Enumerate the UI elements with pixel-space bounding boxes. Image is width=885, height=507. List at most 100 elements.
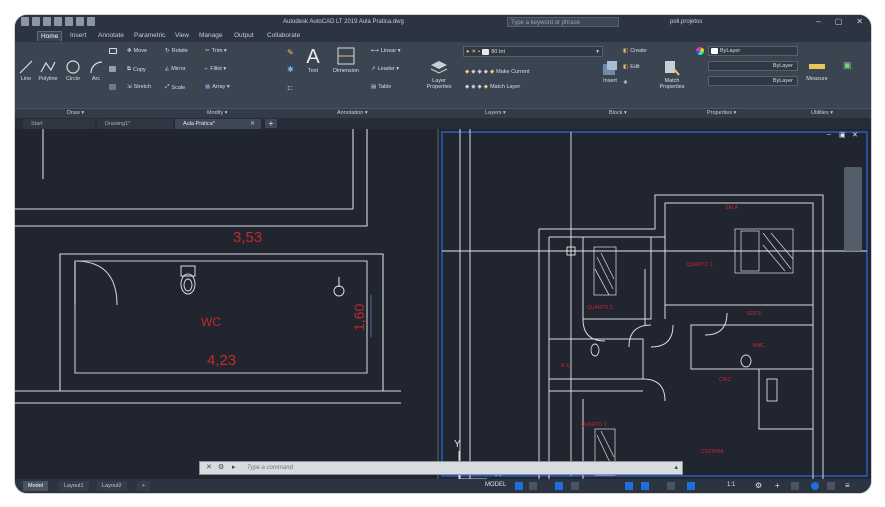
undo-icon[interactable] xyxy=(76,17,84,26)
tab-annotate[interactable]: Annotate xyxy=(95,31,127,40)
layer-properties-button[interactable]: Layer Properties xyxy=(419,60,459,90)
mirror-button[interactable]: ◭ Mirror xyxy=(165,66,186,72)
layers-panel-label[interactable]: Layers ▾ xyxy=(485,110,506,116)
layer-walk-icon[interactable]: ◆ xyxy=(465,84,469,90)
save-icon[interactable] xyxy=(43,17,51,26)
region-tool[interactable] xyxy=(109,84,116,90)
properties-panel-label[interactable]: Properties ▾ xyxy=(707,110,736,116)
command-line[interactable]: ✕ ⚙ ▸ Type a command ▴ xyxy=(199,461,683,475)
tab-collaborate[interactable]: Collaborate xyxy=(264,31,303,40)
linear-button[interactable]: ⟷ Linear ▾ xyxy=(371,48,400,54)
tab-home[interactable]: Home xyxy=(37,31,63,41)
utilities-panel-label[interactable]: Utilities ▾ xyxy=(811,110,833,116)
layer-freeze-icon[interactable]: ◆ xyxy=(477,69,481,75)
tab-model[interactable]: Model xyxy=(23,481,48,491)
minimize-icon[interactable]: – xyxy=(816,15,820,29)
edit-block-button[interactable]: ◧ Edit xyxy=(623,64,640,70)
isolate-objects-icon[interactable] xyxy=(811,482,819,490)
snap-icon[interactable] xyxy=(529,482,537,490)
user-account-label[interactable]: poli.projetos xyxy=(670,15,702,29)
tab-start[interactable]: Start xyxy=(23,119,95,129)
block-attributes-button[interactable]: ❖ xyxy=(623,80,628,86)
command-expand-icon[interactable]: ▴ xyxy=(674,463,678,471)
tab-aula-pratica[interactable]: Aula Prática* xyxy=(175,119,261,129)
draw-panel-label[interactable]: Draw ▾ xyxy=(67,110,84,116)
table-button[interactable]: ▤ Table xyxy=(371,84,391,90)
workspace-gear-icon[interactable]: ⚙ xyxy=(755,481,762,490)
tab-output[interactable]: Output xyxy=(231,31,257,40)
tab-drawing1[interactable]: Drawing1* xyxy=(97,119,173,129)
match-properties-button[interactable]: Match Properties xyxy=(655,60,689,90)
tab-view[interactable]: View xyxy=(172,31,192,40)
redo-icon[interactable] xyxy=(87,17,95,26)
match-layer-button[interactable]: Match Layer xyxy=(490,84,520,90)
plus-icon[interactable]: + xyxy=(775,481,780,490)
command-close-icon[interactable]: ✕ xyxy=(206,463,212,471)
text-button[interactable]: A Text xyxy=(303,46,323,74)
color-wheel-icon[interactable] xyxy=(696,47,704,55)
insert-button[interactable]: Insert xyxy=(599,60,621,84)
maximize-icon[interactable]: ▢ xyxy=(835,15,843,29)
new-tab-icon[interactable]: + xyxy=(265,119,277,128)
close-icon[interactable]: ✕ xyxy=(856,15,863,29)
layer-match-icon[interactable]: ◆ xyxy=(484,84,488,90)
osnap-icon[interactable] xyxy=(625,482,633,490)
units-icon[interactable] xyxy=(791,482,799,490)
save-as-icon[interactable] xyxy=(54,17,62,26)
model-space-label[interactable]: MODEL xyxy=(485,482,506,488)
command-history-icon[interactable]: ▸ xyxy=(232,463,236,471)
annotation-scale-value[interactable]: 1:1 xyxy=(727,482,735,488)
layer-isolate-icon[interactable]: ◆ xyxy=(465,69,469,75)
fillet-button[interactable]: ⌐ Fillet ▾ xyxy=(205,66,226,72)
layer-unisolate-icon[interactable]: ◆ xyxy=(471,84,475,90)
lineweight-dropdown[interactable]: ByLayer xyxy=(708,61,798,71)
lineweight-icon[interactable] xyxy=(667,482,675,490)
navigation-bar[interactable] xyxy=(844,167,862,251)
print-icon[interactable] xyxy=(65,17,73,26)
rotate-button[interactable]: ↻ Rotate xyxy=(165,48,188,54)
array-button[interactable]: ▦ Array ▾ xyxy=(205,84,230,90)
layer-previous-icon[interactable]: ◆ xyxy=(477,84,481,90)
create-block-button[interactable]: ◧ Create xyxy=(623,48,647,54)
linetype-dropdown[interactable]: ByLayer xyxy=(708,76,798,86)
tab-insert[interactable]: Insert xyxy=(67,31,89,40)
layer-off-icon[interactable]: ◆ xyxy=(471,69,475,75)
measure-button[interactable]: Measure xyxy=(801,60,833,82)
tab-layout1[interactable]: Layout1 xyxy=(59,481,89,491)
hardware-accel-icon[interactable] xyxy=(827,482,835,490)
explode-icon[interactable]: ✱ xyxy=(287,65,294,74)
calculator-icon[interactable]: ▣ xyxy=(843,60,852,71)
arc-button[interactable]: Arc xyxy=(87,60,105,82)
command-input[interactable]: Type a command xyxy=(247,462,293,474)
add-layout-icon[interactable]: + xyxy=(137,481,151,491)
copy-button[interactable]: ⧉ Copy xyxy=(127,66,146,73)
viewport-restore-icon[interactable]: ▣ xyxy=(839,131,846,139)
leader-button[interactable]: ↗ Leader ▾ xyxy=(371,66,399,72)
keyword-search-input[interactable]: Type a keyword or phrase xyxy=(507,17,619,27)
make-current-icon[interactable]: ◆ xyxy=(490,69,494,75)
tab-manage[interactable]: Manage xyxy=(196,31,226,40)
polar-icon[interactable] xyxy=(571,482,579,490)
erase-icon[interactable]: ✎ xyxy=(287,48,294,57)
stretch-button[interactable]: ⇲ Stretch xyxy=(127,84,151,90)
close-tab-icon[interactable]: ✕ xyxy=(250,119,255,129)
customization-icon[interactable]: ≡ xyxy=(845,481,850,490)
modify-panel-label[interactable]: Modify ▾ xyxy=(207,110,228,116)
annotation-panel-label[interactable]: Annotation ▾ xyxy=(337,110,368,116)
ortho-icon[interactable] xyxy=(555,482,563,490)
annotation-scale-icon[interactable] xyxy=(687,482,695,490)
trim-button[interactable]: ✂ Trim ▾ xyxy=(205,48,227,54)
command-settings-icon[interactable]: ⚙ xyxy=(218,463,224,471)
open-file-icon[interactable] xyxy=(32,17,40,26)
layer-lock-icon[interactable]: ◆ xyxy=(484,69,488,75)
tab-layout2[interactable]: Layout2 xyxy=(97,481,127,491)
grid-icon[interactable] xyxy=(515,482,523,490)
line-button[interactable]: Line xyxy=(17,60,35,82)
drawing-canvas[interactable]: 3,53 WC 4,23 1,60 SALA QUARTO 1 QUARTO 2… xyxy=(15,129,871,479)
layer-dropdown[interactable]: ● ☀ ▪ 80 Int ▾ xyxy=(463,46,603,57)
make-current-button[interactable]: Make Current xyxy=(496,69,529,75)
color-dropdown[interactable]: ByLayer xyxy=(708,46,798,56)
new-file-icon[interactable] xyxy=(21,17,29,26)
move-button[interactable]: ✥ Move xyxy=(127,48,147,54)
viewport-minimize-icon[interactable]: – xyxy=(827,131,831,138)
